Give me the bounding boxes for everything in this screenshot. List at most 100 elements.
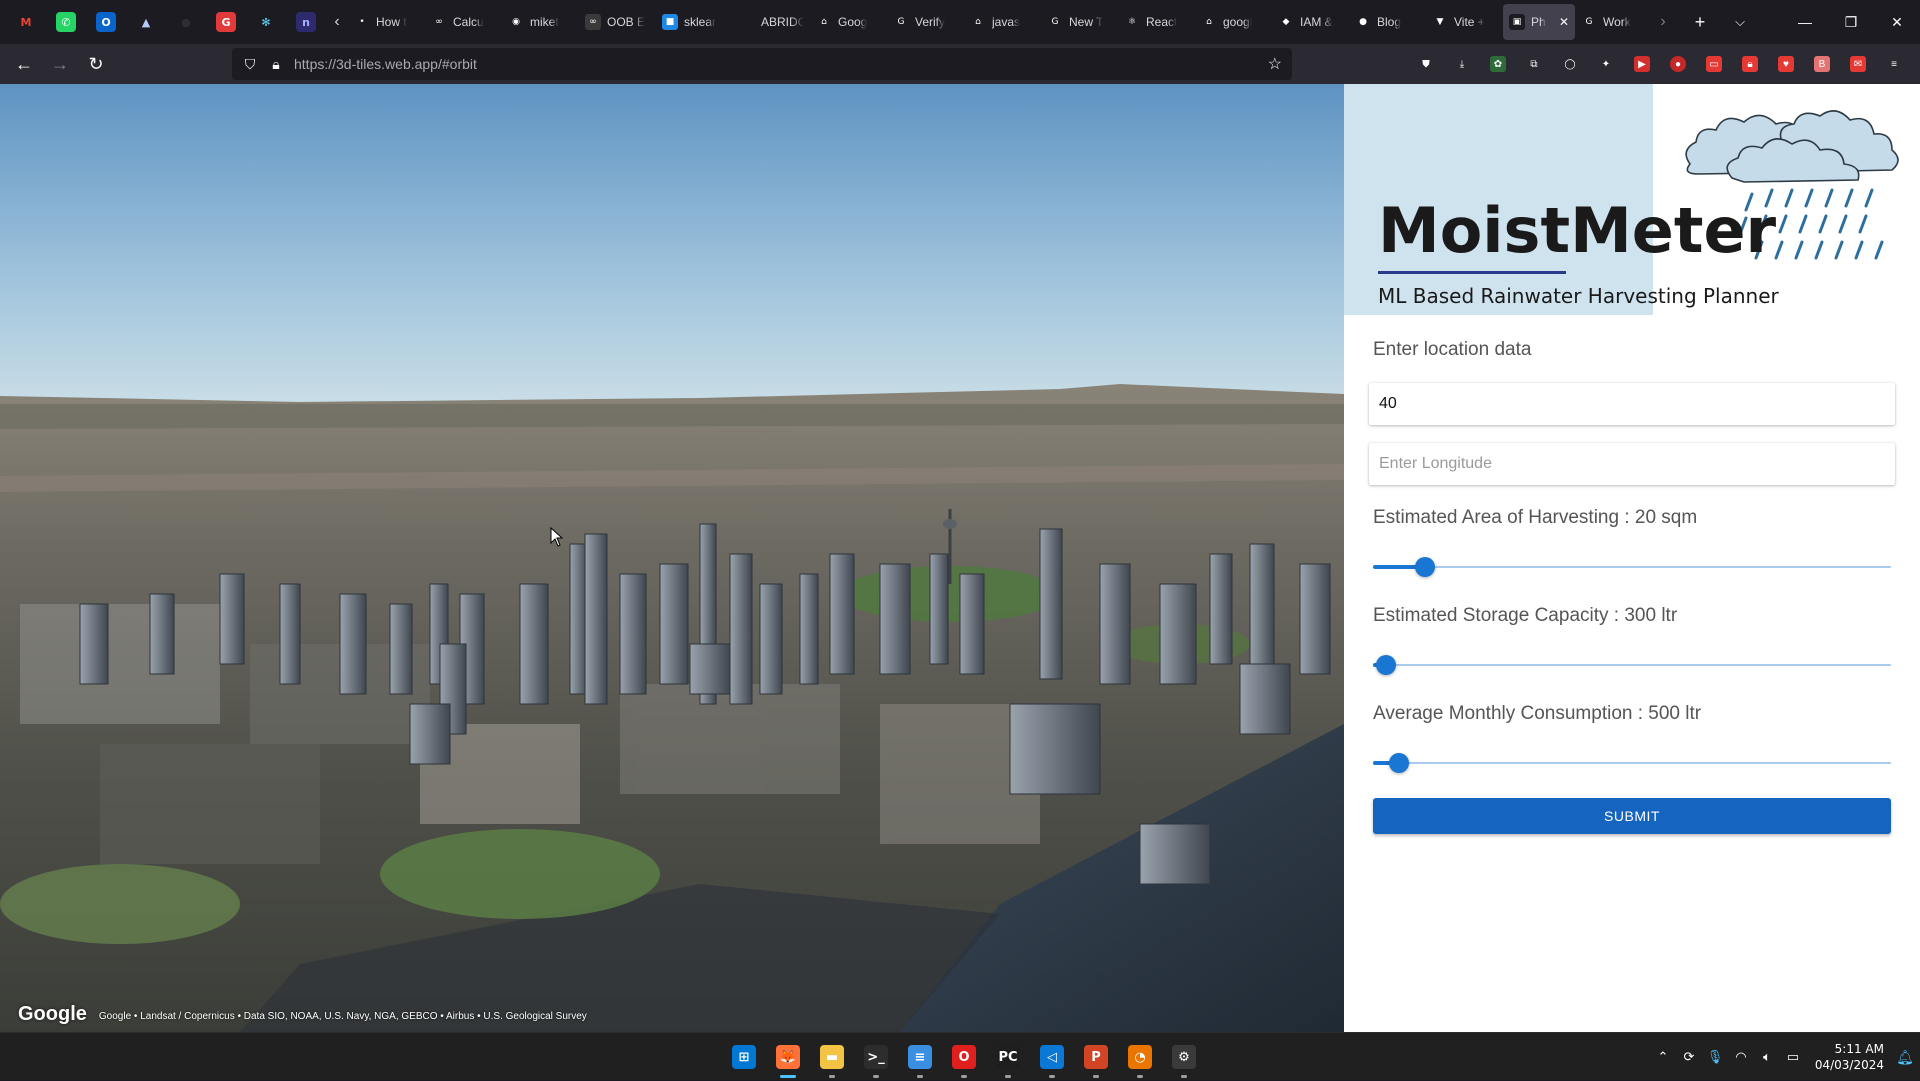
notion-pinned-tab[interactable]: n [286, 0, 326, 44]
youtube-extension-icon[interactable]: ▶ [1624, 48, 1660, 80]
tabs-scroll-left-button[interactable]: ‹ [326, 0, 348, 44]
reload-button[interactable]: ↻ [78, 48, 114, 80]
browser-tab[interactable]: ◆ IAM & [1272, 4, 1349, 40]
microphone-icon[interactable]: 🎙︎ [1702, 1033, 1728, 1081]
app-menu-button[interactable]: ≡ [1876, 48, 1912, 80]
file-explorer-app[interactable]: ▬ [810, 1033, 854, 1081]
start-button[interactable]: ⊞ [722, 1033, 766, 1081]
outlook-pinned-tab[interactable]: O [86, 0, 126, 44]
pocket-icon[interactable]: ⛊ [1408, 48, 1444, 80]
extension-leaf-icon[interactable]: ✿ [1480, 48, 1516, 80]
running-indicator [917, 1075, 923, 1078]
tab-favicon-icon: ◆ [1278, 14, 1294, 30]
battery-icon[interactable]: ▭ [1780, 1033, 1806, 1081]
tab-title: Vite + [1454, 15, 1485, 29]
area-slider[interactable] [1373, 557, 1891, 577]
tabs-scroll-right-button[interactable]: › [1652, 0, 1674, 44]
running-indicator [780, 1075, 796, 1078]
3d-city-render[interactable] [0, 84, 1344, 1032]
b-extension-icon[interactable]: B [1804, 48, 1840, 80]
location-label: Enter location data [1373, 339, 1532, 360]
area-slider-rail[interactable] [1373, 566, 1891, 568]
show-hidden-icons-chevron-icon[interactable]: ⌃ [1650, 1033, 1676, 1081]
whatsapp-pinned-tab[interactable]: ✆ [46, 0, 86, 44]
close-tab-icon[interactable]: ✕ [1559, 15, 1569, 29]
consumption-slider[interactable] [1373, 753, 1891, 773]
chat-extension-icon[interactable]: ◯ [1552, 48, 1588, 80]
forward-button[interactable]: → [42, 48, 78, 80]
url-text[interactable]: https://3d-tiles.web.app/#orbit [294, 56, 477, 72]
back-button[interactable]: ← [6, 48, 42, 80]
badge-extension-icon[interactable]: ♥ [1768, 48, 1804, 80]
tab-favicon-icon: ◉ [508, 14, 524, 30]
browser-tab[interactable]: ▼ Vite + [1426, 4, 1503, 40]
lock-extension-icon[interactable]: 🔒︎ [1732, 48, 1768, 80]
minimize-window-button[interactable]: — [1782, 0, 1828, 44]
opera-app[interactable]: O [942, 1033, 986, 1081]
vscode-app[interactable]: ◁ [1030, 1033, 1074, 1081]
consumption-slider-rail[interactable] [1373, 762, 1891, 764]
notification-bell-icon[interactable]: 🔔︎ [1890, 1049, 1920, 1066]
clock[interactable]: 5:11 AM 04/03/2024 [1806, 1041, 1890, 1073]
react-pinned-tab[interactable]: ✻ [246, 0, 286, 44]
browser-tab[interactable]: ∞ Calcu [425, 4, 502, 40]
attribution-text: Google • Landsat / Copernicus • Data SIO… [98, 1011, 587, 1022]
browser-tab[interactable]: ∞ OOB E [579, 4, 656, 40]
latitude-input[interactable] [1369, 383, 1895, 425]
record-extension-icon[interactable]: ● [1660, 48, 1696, 80]
dark-pinned-tab[interactable]: ● [166, 0, 206, 44]
restore-window-button[interactable]: ❐ [1828, 0, 1874, 44]
screenshot-extension-icon[interactable]: ▭ [1696, 48, 1732, 80]
bookmark-star-icon[interactable]: ☆ [1268, 54, 1282, 74]
pycharm-app[interactable]: PC [986, 1033, 1030, 1081]
new-tab-button[interactable]: + [1680, 0, 1720, 44]
browser-tab[interactable]: • How t [348, 4, 425, 40]
storage-slider-rail[interactable] [1373, 664, 1891, 666]
consumption-slider-thumb[interactable] [1388, 753, 1409, 773]
browser-tab[interactable]: G Verify [887, 4, 964, 40]
speech-extension-icon[interactable]: ✉ [1840, 48, 1876, 80]
extensions-puzzle-icon[interactable]: ⧉ [1516, 48, 1552, 80]
chrome-icon: G [216, 12, 236, 32]
notepad-app[interactable]: ≡ [898, 1033, 942, 1081]
close-window-button[interactable]: ✕ [1874, 0, 1920, 44]
tracking-protection-shield-icon[interactable]: ⛉ [242, 56, 258, 73]
blender-app[interactable]: ◔ [1118, 1033, 1162, 1081]
browser-tab[interactable]: ⌂ javas [964, 4, 1041, 40]
list-all-tabs-button[interactable]: ⌵ [1720, 0, 1760, 44]
chrome-pinned-tab[interactable]: G [206, 0, 246, 44]
sync-icon[interactable]: ⟳ [1676, 1033, 1702, 1081]
area-slider-thumb[interactable] [1414, 557, 1435, 577]
browser-tab-active[interactable]: ▣ Ph ✕ [1503, 4, 1575, 40]
browser-tab[interactable]: ⚛ React [1118, 4, 1195, 40]
gmail-pinned-tab[interactable]: M [6, 0, 46, 44]
browser-tab[interactable]: G Work [1575, 4, 1652, 40]
3d-map-viewer[interactable]: Google Google • Landsat / Copernicus • D… [0, 84, 1344, 1032]
terminal-app[interactable]: >_ [854, 1033, 898, 1081]
browser-tab[interactable]: ⌂ googl [1195, 4, 1272, 40]
browser-tab[interactable]: ■ sklear [656, 4, 733, 40]
browser-tab[interactable]: ⌂ Goog [810, 4, 887, 40]
browser-tab[interactable]: ◉ miket [502, 4, 579, 40]
submit-button[interactable]: SUBMIT [1373, 798, 1891, 834]
address-bar[interactable]: ⛉ 🔒︎ https://3d-tiles.web.app/#orbit ☆ [232, 48, 1292, 80]
running-indicator [1049, 1075, 1055, 1078]
wifi-icon[interactable]: ◠ [1728, 1033, 1754, 1081]
copilot-pinned-tab[interactable]: ▲ [126, 0, 166, 44]
longitude-input[interactable] [1369, 443, 1895, 485]
powerpoint-app[interactable]: P [1074, 1033, 1118, 1081]
lock-icon[interactable]: 🔒︎ [268, 56, 284, 73]
storage-slider-thumb[interactable] [1376, 655, 1397, 675]
tab-title: miket [530, 15, 559, 29]
storage-slider[interactable] [1373, 655, 1891, 675]
browser-tab[interactable]: G New T [1041, 4, 1118, 40]
pip-extension-icon[interactable]: ✦ [1588, 48, 1624, 80]
downloads-icon[interactable]: ⤓ [1444, 48, 1480, 80]
settings-app[interactable]: ⚙ [1162, 1033, 1206, 1081]
tab-favicon-icon: ▼ [1432, 14, 1448, 30]
running-indicator [829, 1075, 835, 1078]
browser-tab[interactable]: ● Blog [1349, 4, 1426, 40]
firefox-app[interactable]: 🦊 [766, 1033, 810, 1081]
browser-tab[interactable]: ABRIDGED [733, 4, 810, 40]
volume-icon[interactable]: 🔈︎ [1754, 1033, 1780, 1081]
